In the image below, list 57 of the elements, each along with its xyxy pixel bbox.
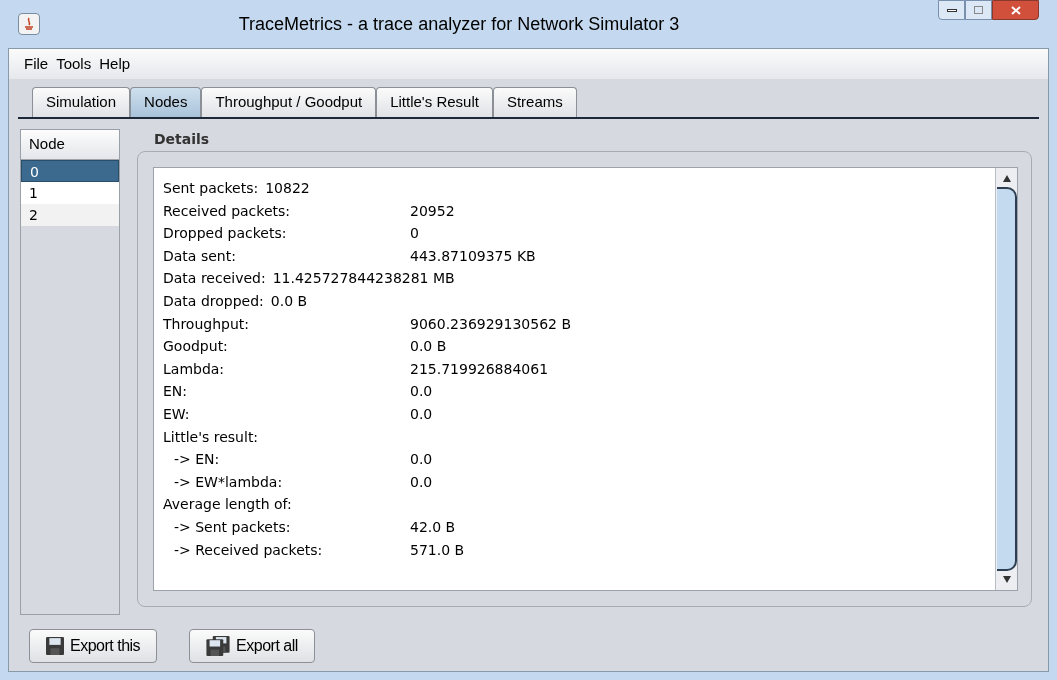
menu-item[interactable]: Tools — [56, 52, 92, 76]
detail-heading: Little's result: — [163, 427, 260, 447]
detail-value: 0.0 — [410, 382, 433, 402]
detail-label: -> EW*lambda: — [173, 472, 284, 492]
detail-label: -> Sent packets: — [173, 517, 292, 537]
scrollbar[interactable] — [995, 168, 1017, 590]
detail-label: Received packets: — [163, 201, 292, 221]
detail-label: Data received: — [163, 269, 266, 289]
tab[interactable]: Nodes — [130, 87, 202, 117]
detail-label: EW: — [163, 404, 191, 424]
detail-label: Sent packets: — [163, 179, 259, 198]
menu-item[interactable]: File — [24, 52, 49, 76]
scroll-up-arrow-icon[interactable] — [1001, 174, 1012, 183]
export-button[interactable]: Export all — [189, 629, 315, 663]
list-item[interactable]: 0 — [21, 160, 119, 182]
floppy-disks-icon — [206, 636, 231, 656]
tab[interactable]: Simulation — [32, 87, 131, 117]
detail-value: 0.0 — [410, 472, 433, 492]
detail-value: 20952 — [410, 201, 455, 221]
detail-value: 571.0 B — [410, 540, 465, 560]
section-title: Details — [153, 130, 211, 149]
tab[interactable]: Little's Result — [376, 87, 493, 117]
detail-value: 10822 — [265, 179, 310, 198]
close-button[interactable] — [992, 0, 1039, 20]
detail-value: 0 — [410, 224, 419, 244]
tab[interactable]: Streams — [492, 87, 577, 117]
detail-value: 0.0 — [410, 450, 433, 470]
list-item[interactable]: 2 — [21, 204, 119, 226]
detail-value: 215.719926884061 — [410, 359, 549, 379]
detail-label: Throughput: — [163, 314, 251, 334]
detail-label: EN: — [163, 382, 189, 402]
detail-value: 0.0 B — [410, 337, 447, 357]
list-item[interactable]: 1 — [21, 182, 119, 204]
detail-value: 0.0 — [410, 404, 433, 424]
detail-label: Dropped packets: — [163, 224, 288, 244]
detail-value: 9060.236929130562 B — [410, 314, 572, 334]
tab[interactable]: Throughput / Goodput — [201, 87, 377, 117]
close-icon — [1010, 5, 1021, 15]
detail-label: -> EN: — [173, 450, 221, 470]
detail-label: Data sent: — [163, 246, 237, 266]
detail-label: -> Received packets: — [173, 540, 324, 560]
detail-value: 443.87109375 KB — [410, 246, 536, 266]
column-header: Node — [21, 130, 119, 160]
export-button[interactable]: Export this — [29, 629, 158, 663]
detail-label: Lambda: — [163, 359, 226, 379]
detail-label: Data dropped: — [163, 291, 264, 311]
scroll-down-arrow-icon[interactable] — [1001, 575, 1012, 584]
minimize-icon — [946, 8, 957, 12]
detail-label: Goodput: — [163, 337, 229, 357]
detail-heading: Average length of: — [163, 495, 293, 515]
detail-value: 0.0 B — [270, 291, 308, 311]
detail-value: 42.0 B — [410, 517, 456, 537]
window-title: TraceMetrics - a trace analyzer for Network Simulator 3 — [237, 12, 681, 36]
maximize-icon — [974, 6, 983, 14]
minimize-button[interactable] — [938, 0, 965, 20]
menu-item[interactable]: Help — [99, 52, 131, 76]
detail-value: 11.425727844238281 MB — [272, 269, 455, 289]
